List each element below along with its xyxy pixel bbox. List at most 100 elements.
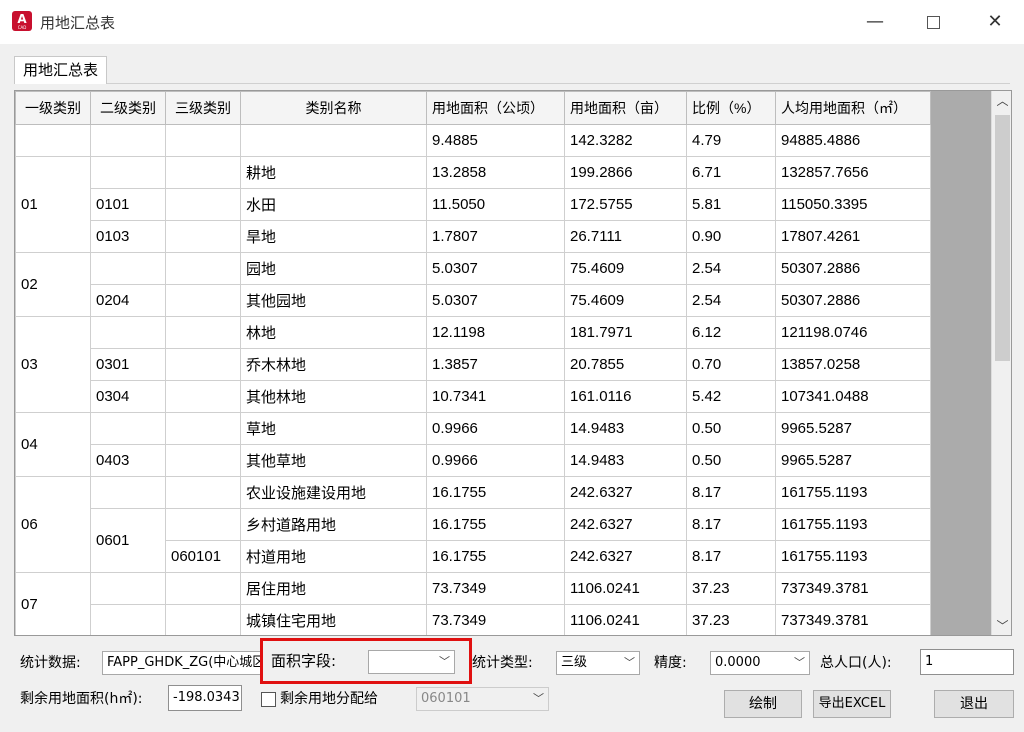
column-header[interactable]: 一级类别 [15, 91, 91, 125]
table-cell: 181.7971 [564, 316, 687, 349]
table-cell: 其他草地 [240, 444, 427, 477]
table-cell: 5.0307 [426, 252, 565, 285]
table-row[interactable]: 0103 旱地 1.7807 26.7111 0.90 17807.4261 [16, 220, 931, 253]
remaining-area-input[interactable]: -198.0343 [168, 685, 242, 711]
scroll-up-button[interactable]: ︿ [992, 91, 1011, 112]
precision-combo[interactable]: 0.0000 ﹀ [710, 651, 810, 675]
table-row[interactable]: 0701 城镇住宅用地 73.7349 1106.0241 37.23 7373… [16, 604, 931, 635]
table-row[interactable]: 0301 乔木林地 1.3857 20.7855 0.70 13857.0258 [16, 348, 931, 381]
table-cell: 0304 [90, 380, 166, 413]
table-cell: 村道用地 [240, 540, 427, 573]
table-cell [15, 124, 91, 157]
allocate-checkbox[interactable] [261, 692, 276, 707]
table-row[interactable]: 0403 其他草地 0.9966 14.9483 0.50 9965.5287 [16, 444, 931, 477]
allocate-combo[interactable]: 060101 ﹀ [416, 687, 549, 711]
table-row[interactable]: 0101 水田 11.5050 172.5755 5.81 115050.339… [16, 188, 931, 221]
table-cell: 2.54 [686, 284, 776, 317]
table-cell: 1106.0241 [564, 572, 687, 605]
area-field-combo[interactable]: ﹀ [368, 650, 455, 674]
table-cell: 6.12 [686, 316, 776, 349]
table-row[interactable]: 04 草地 0.9966 14.9483 0.50 9965.5287 [15, 412, 931, 477]
table-cell: 8.17 [686, 540, 776, 573]
table-cell: 林地 [240, 316, 427, 349]
maximize-button[interactable] [910, 8, 956, 36]
export-excel-button[interactable]: 导出EXCEL [813, 690, 891, 718]
table-header-row: 一级类别 二级类别 三级类别 类别名称 用地面积（公顷） 用地面积（亩） 比例（… [15, 91, 931, 125]
column-header[interactable]: 类别名称 [240, 91, 427, 125]
table-cell: 耕地 [240, 156, 427, 189]
tab-land-summary[interactable]: 用地汇总表 [14, 56, 108, 84]
table-cell: 9965.5287 [775, 412, 931, 445]
table-row[interactable]: 03 林地 12.1198 181.7971 6.12 121198.0746 [15, 316, 931, 413]
table-cell [90, 316, 166, 349]
column-header[interactable]: 比例（%） [686, 91, 776, 125]
table-row[interactable]: 06 农业设施建设用地 16.1755 242.6327 8.17 161755… [15, 476, 931, 573]
chevron-down-icon: ﹀ [533, 692, 544, 705]
table-cell [165, 444, 241, 477]
minimize-button[interactable]: — [852, 8, 898, 36]
stat-data-combo[interactable]: FAPP_GHDK_ZG(中心城区 [102, 651, 272, 675]
table-cell [165, 476, 241, 509]
draw-button[interactable]: 绘制 [724, 690, 802, 718]
table-cell [90, 124, 166, 157]
table-row[interactable]: 01 耕地 13.2858 199.2866 6.71 132857.7656 [15, 156, 931, 253]
table-cell: 73.7349 [426, 604, 565, 635]
population-input[interactable]: 1 [920, 649, 1014, 675]
table-cell: 16.1755 [426, 508, 565, 541]
table-cell: 0.50 [686, 444, 776, 477]
close-button[interactable]: ✕ [972, 8, 1018, 36]
table-row[interactable]: 0601 乡村道路用地 16.1755 242.6327 8.17 161755… [16, 508, 931, 573]
table-cell [90, 476, 166, 509]
table-cell: 2.54 [686, 252, 776, 285]
table-cell [165, 412, 241, 445]
table-cell: 242.6327 [564, 540, 687, 573]
scroll-down-button[interactable]: ﹀ [992, 616, 1011, 635]
remaining-area-label: 剩余用地面积(h㎡): [20, 691, 143, 707]
table-row[interactable]: 07 居住用地 73.7349 1106.0241 37.23 737349.3… [15, 572, 931, 635]
table-cell: 9.4885 [426, 124, 565, 157]
table-cell: 0101 [90, 188, 166, 221]
chevron-down-icon: ﹀ [996, 619, 1009, 633]
table-row[interactable]: 9.4885 142.3282 4.79 94885.4886 [15, 124, 931, 157]
table-cell: 107341.0488 [775, 380, 931, 413]
table-cell: 10.7341 [426, 380, 565, 413]
column-header[interactable]: 人均用地面积（㎡） [775, 91, 931, 125]
table-cell: 其他园地 [240, 284, 427, 317]
table-cell: 132857.7656 [775, 156, 931, 189]
allocate-value: 060101 [421, 691, 471, 706]
stat-type-combo[interactable]: 三级 ﹀ [556, 651, 640, 675]
column-header[interactable]: 三级类别 [165, 91, 241, 125]
table-cell: 农业设施建设用地 [240, 476, 427, 509]
table-cell: 161755.1193 [775, 540, 931, 573]
table-cell [165, 156, 241, 189]
table-cell: 737349.3781 [775, 604, 931, 635]
table-cell: 17807.4261 [775, 220, 931, 253]
column-header[interactable]: 用地面积（亩） [564, 91, 687, 125]
column-header[interactable]: 用地面积（公顷） [426, 91, 565, 125]
table-cell: 0.90 [686, 220, 776, 253]
app-icon-sub: CAD [17, 25, 27, 30]
table-cell: 161.0116 [564, 380, 687, 413]
table-cell [165, 508, 241, 541]
table-cell: 04 [15, 412, 91, 477]
table-cell [90, 252, 166, 285]
table-cell: 161755.1193 [775, 508, 931, 541]
chevron-down-icon: ﹀ [439, 655, 450, 668]
chevron-down-icon: ﹀ [794, 656, 805, 669]
table-cell: 8.17 [686, 508, 776, 541]
table-cell: 26.7111 [564, 220, 687, 253]
table-cell: 75.4609 [564, 252, 687, 285]
column-header[interactable]: 二级类别 [90, 91, 166, 125]
table-row[interactable]: 02 园地 5.0307 75.4609 2.54 50307.2886 [15, 252, 931, 317]
table-cell: 161755.1193 [775, 476, 931, 509]
table-row[interactable]: 0304 其他林地 10.7341 161.0116 5.42 107341.0… [16, 380, 931, 413]
table-cell: 1.7807 [426, 220, 565, 253]
scroll-thumb[interactable] [995, 115, 1010, 361]
table-row[interactable]: 0204 其他园地 5.0307 75.4609 2.54 50307.2886 [16, 284, 931, 317]
table-cell: 园地 [240, 252, 427, 285]
table-cell [165, 220, 241, 253]
exit-button[interactable]: 退出 [934, 690, 1014, 718]
data-grid: 一级类别 二级类别 三级类别 类别名称 用地面积（公顷） 用地面积（亩） 比例（… [14, 90, 1012, 636]
stat-type-label: 统计类型: [472, 655, 533, 671]
vertical-scrollbar[interactable]: ︿ ﹀ [991, 91, 1011, 635]
